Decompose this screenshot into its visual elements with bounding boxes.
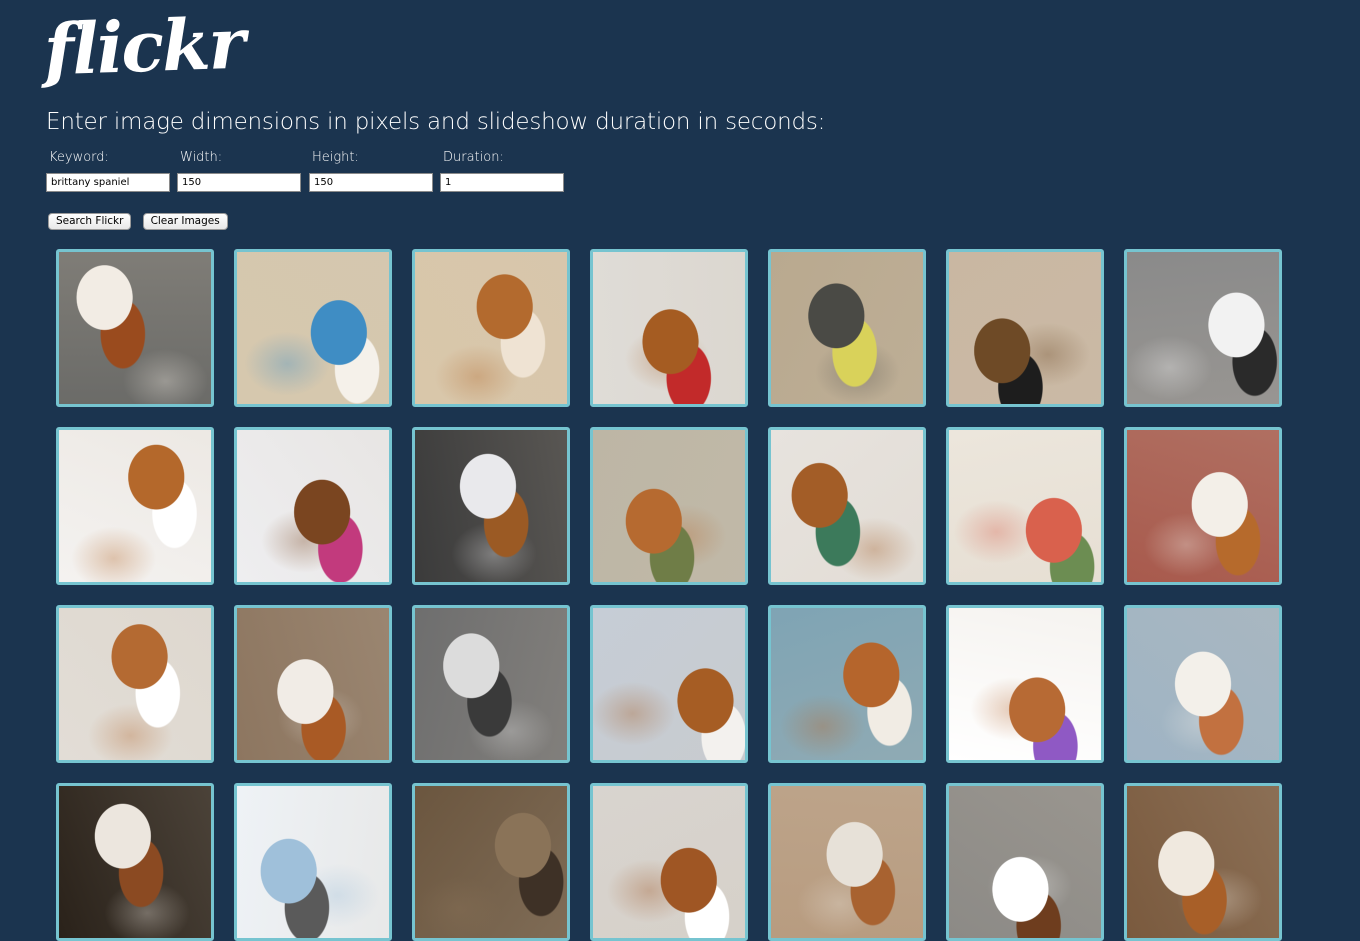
dog-photo-dog-face-warm (771, 786, 923, 938)
dog-photo-dog-black-white (1127, 252, 1279, 404)
dog-photo-heart-wall (949, 430, 1101, 582)
photo-tile[interactable] (590, 427, 748, 585)
dog-photo-dog-standing-gravel (59, 252, 211, 404)
photo-tile[interactable] (234, 249, 392, 407)
clear-images-button[interactable]: Clear Images (142, 213, 228, 230)
photo-tile[interactable] (1124, 427, 1282, 585)
dog-photo-dog-grayscale-smile (415, 608, 567, 760)
dog-photo-dog-snow-path (415, 430, 567, 582)
dog-photo-dog-portrait-collar (237, 608, 389, 760)
dog-photo-dog-lying-closeup (593, 786, 745, 938)
dog-photo-dog-in-yard (1127, 786, 1279, 938)
dog-photo-dog-on-beach (237, 252, 389, 404)
photo-tile[interactable] (234, 605, 392, 763)
photo-tile[interactable] (946, 427, 1104, 585)
dog-photo-dog-face-snow (771, 430, 923, 582)
photo-tile[interactable] (56, 427, 214, 585)
dog-photo-puppies-kitchen (949, 252, 1101, 404)
photo-tile[interactable] (590, 783, 748, 941)
photo-tile[interactable] (234, 427, 392, 585)
photo-tile[interactable] (1124, 783, 1282, 941)
search-flickr-button[interactable]: Search Flickr (48, 213, 132, 230)
photo-tile[interactable] (412, 783, 570, 941)
keyword-input[interactable] (46, 173, 170, 192)
photo-tile[interactable] (946, 783, 1104, 941)
keyword-label: Keyword: (49, 150, 109, 165)
photo-tile[interactable] (1124, 605, 1282, 763)
dog-photo-dog-red-collar-snow (593, 252, 745, 404)
photo-tile[interactable] (412, 605, 570, 763)
dog-photo-dog-on-pavement (949, 786, 1101, 938)
height-field-group: Height: (309, 150, 433, 192)
dog-photo-dogs-with-person (771, 252, 923, 404)
dog-photo-dog-face-closeup (415, 252, 567, 404)
dog-photo-dog-dark-portrait (59, 786, 211, 938)
photo-tile[interactable] (56, 605, 214, 763)
photo-tile[interactable] (56, 249, 214, 407)
width-input[interactable] (177, 173, 301, 192)
duration-field-group: Duration: (440, 150, 564, 192)
button-row: Search Flickr Clear Images (48, 209, 234, 230)
photo-tile[interactable] (946, 605, 1104, 763)
photo-tile[interactable] (590, 249, 748, 407)
width-label: Width: (180, 150, 223, 165)
dog-photo-dog-looking-up (593, 608, 745, 760)
photo-tile[interactable] (1124, 249, 1282, 407)
instructions-heading: Enter image dimensions in pixels and sli… (46, 109, 826, 135)
photo-tile[interactable] (768, 605, 926, 763)
photo-tile[interactable] (768, 249, 926, 407)
height-label: Height: (312, 150, 359, 165)
dog-photo-dog-cartoon (949, 608, 1101, 760)
dog-photo-dog-pink-collar-snow (237, 430, 389, 582)
photo-tile[interactable] (412, 427, 570, 585)
dog-photo-dog-nose-snow (1127, 608, 1279, 760)
dog-photo-dogs-white-background (59, 430, 211, 582)
width-field-group: Width: (177, 150, 301, 192)
dog-photo-dog-sleeping (59, 608, 211, 760)
photo-tile[interactable] (412, 249, 570, 407)
photo-tile[interactable] (946, 249, 1104, 407)
dog-photo-dog-sitting-bricks (1127, 430, 1279, 582)
dog-photo-dog-profile-blue (771, 608, 923, 760)
duration-input[interactable] (440, 173, 564, 192)
photo-tile[interactable] (234, 783, 392, 941)
dog-photo-snowy-field (237, 786, 389, 938)
photo-tile[interactable] (768, 427, 926, 585)
height-input[interactable] (309, 173, 433, 192)
keyword-field-group: Keyword: (46, 150, 170, 192)
photo-tile[interactable] (590, 605, 748, 763)
dog-photo-dog-beach-grass (593, 430, 745, 582)
photo-tile[interactable] (56, 783, 214, 941)
duration-label: Duration: (443, 150, 504, 165)
flickr-logo: flickr (42, 1, 245, 92)
dog-photo-paw-prints-dirt (415, 786, 567, 938)
photo-tile[interactable] (768, 783, 926, 941)
